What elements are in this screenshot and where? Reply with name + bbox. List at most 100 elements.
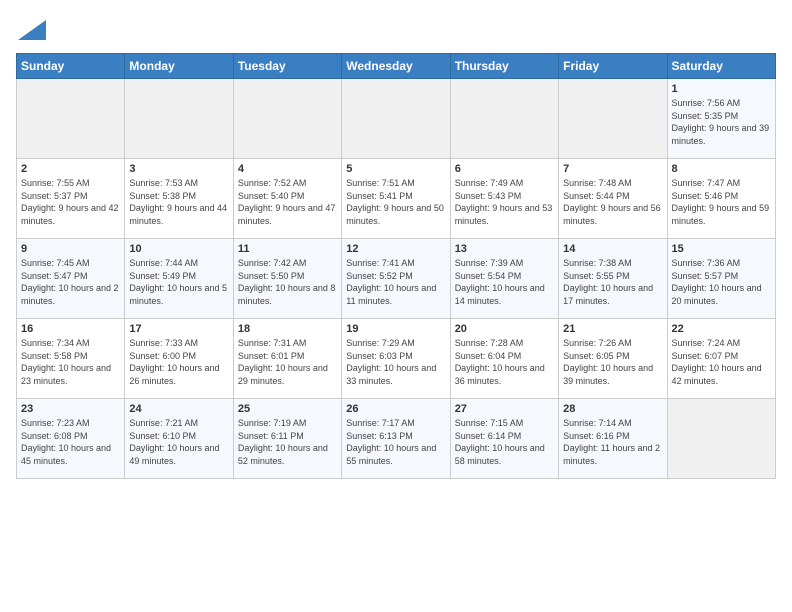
day-number: 23 [21, 403, 120, 415]
calendar-cell: 18Sunrise: 7:31 AM Sunset: 6:01 PM Dayli… [233, 319, 341, 399]
calendar-cell: 6 Sunrise: 7:49 AM Sunset: 5:43 PM Daylig… [450, 159, 558, 239]
day-number: 16 [21, 323, 120, 335]
day-info: Sunrise: 7:45 AM Sunset: 5:47 PM Dayligh… [21, 257, 120, 307]
calendar-table: SundayMondayTuesdayWednesdayThursdayFrid… [16, 53, 776, 479]
calendar-cell: 4 Sunrise: 7:52 AM Sunset: 5:40 PM Daylig… [233, 159, 341, 239]
day-number: 4 [238, 163, 337, 175]
day-info: Sunrise: 7:28 AM Sunset: 6:04 PM Dayligh… [455, 337, 554, 387]
week-row-4: 16 Sunrise: 7:34 AM Sunset: 5:58 PM Dayli… [17, 319, 776, 399]
calendar-cell: 16 Sunrise: 7:34 AM Sunset: 5:58 PM Dayli… [17, 319, 125, 399]
day-info: Sunrise: 7:26 AM Sunset: 6:05 PM Dayligh… [563, 337, 662, 387]
calendar-cell: 19 Sunrise: 7:29 AM Sunset: 6:03 PM Dayli… [342, 319, 450, 399]
day-info: Sunrise: 7:29 AM Sunset: 6:03 PM Dayligh… [346, 337, 445, 387]
day-info: Sunrise: 7:42 AM Sunset: 5:50 PM Dayligh… [238, 257, 337, 307]
day-number: 26 [346, 403, 445, 415]
calendar-cell [17, 79, 125, 159]
calendar-cell [450, 79, 558, 159]
day-number: 25 [238, 403, 337, 415]
weekday-header-friday: Friday [559, 54, 667, 79]
logo-icon [18, 20, 46, 40]
day-number: 14 [563, 243, 662, 255]
day-number: 24 [129, 403, 228, 415]
calendar-cell: 1 Sunrise: 7:56 AM Sunset: 5:35 PM Daylig… [667, 79, 775, 159]
calendar-cell: 3Sunrise: 7:53 AM Sunset: 5:38 PM Daylig… [125, 159, 233, 239]
calendar-cell [233, 79, 341, 159]
calendar-cell: 22Sunrise: 7:24 AM Sunset: 6:07 PM Dayli… [667, 319, 775, 399]
logo [16, 20, 46, 45]
day-number: 20 [455, 323, 554, 335]
day-info: Sunrise: 7:31 AM Sunset: 6:01 PM Dayligh… [238, 337, 337, 387]
weekday-header-tuesday: Tuesday [233, 54, 341, 79]
day-number: 21 [563, 323, 662, 335]
day-number: 2 [21, 163, 120, 175]
weekday-header-row: SundayMondayTuesdayWednesdayThursdayFrid… [17, 54, 776, 79]
day-number: 9 [21, 243, 120, 255]
calendar-cell [667, 399, 775, 479]
calendar-cell: 5 Sunrise: 7:51 AM Sunset: 5:41 PM Daylig… [342, 159, 450, 239]
week-row-3: 9 Sunrise: 7:45 AM Sunset: 5:47 PM Daylig… [17, 239, 776, 319]
day-info: Sunrise: 7:47 AM Sunset: 5:46 PM Dayligh… [672, 177, 771, 227]
week-row-5: 23 Sunrise: 7:23 AM Sunset: 6:08 PM Dayli… [17, 399, 776, 479]
weekday-header-sunday: Sunday [17, 54, 125, 79]
day-number: 10 [129, 243, 228, 255]
day-info: Sunrise: 7:23 AM Sunset: 6:08 PM Dayligh… [21, 417, 120, 467]
day-info: Sunrise: 7:39 AM Sunset: 5:54 PM Dayligh… [455, 257, 554, 307]
day-number: 17 [129, 323, 228, 335]
day-info: Sunrise: 7:52 AM Sunset: 5:40 PM Dayligh… [238, 177, 337, 227]
day-info: Sunrise: 7:15 AM Sunset: 6:14 PM Dayligh… [455, 417, 554, 467]
calendar-cell: 26 Sunrise: 7:17 AM Sunset: 6:13 PM Dayli… [342, 399, 450, 479]
calendar-cell: 28 Sunrise: 7:14 AM Sunset: 6:16 PM Dayli… [559, 399, 667, 479]
calendar-cell [559, 79, 667, 159]
day-info: Sunrise: 7:56 AM Sunset: 5:35 PM Dayligh… [672, 97, 771, 147]
day-info: Sunrise: 7:41 AM Sunset: 5:52 PM Dayligh… [346, 257, 445, 307]
calendar-cell: 9 Sunrise: 7:45 AM Sunset: 5:47 PM Daylig… [17, 239, 125, 319]
day-number: 12 [346, 243, 445, 255]
day-info: Sunrise: 7:34 AM Sunset: 5:58 PM Dayligh… [21, 337, 120, 387]
weekday-header-thursday: Thursday [450, 54, 558, 79]
day-number: 28 [563, 403, 662, 415]
day-info: Sunrise: 7:36 AM Sunset: 5:57 PM Dayligh… [672, 257, 771, 307]
day-number: 6 [455, 163, 554, 175]
day-info: Sunrise: 7:44 AM Sunset: 5:49 PM Dayligh… [129, 257, 228, 307]
calendar-cell: 20 Sunrise: 7:28 AM Sunset: 6:04 PM Dayli… [450, 319, 558, 399]
day-info: Sunrise: 7:51 AM Sunset: 5:41 PM Dayligh… [346, 177, 445, 227]
day-number: 22 [672, 323, 771, 335]
day-number: 8 [672, 163, 771, 175]
calendar-cell: 8 Sunrise: 7:47 AM Sunset: 5:46 PM Daylig… [667, 159, 775, 239]
weekday-header-saturday: Saturday [667, 54, 775, 79]
weekday-header-monday: Monday [125, 54, 233, 79]
calendar-cell: 25 Sunrise: 7:19 AM Sunset: 6:11 PM Dayli… [233, 399, 341, 479]
day-number: 7 [563, 163, 662, 175]
day-number: 5 [346, 163, 445, 175]
calendar-cell: 14 Sunrise: 7:38 AM Sunset: 5:55 PM Dayli… [559, 239, 667, 319]
calendar-cell: 21 Sunrise: 7:26 AM Sunset: 6:05 PM Dayli… [559, 319, 667, 399]
day-number: 19 [346, 323, 445, 335]
day-number: 15 [672, 243, 771, 255]
day-number: 27 [455, 403, 554, 415]
day-info: Sunrise: 7:14 AM Sunset: 6:16 PM Dayligh… [563, 417, 662, 467]
calendar-cell [125, 79, 233, 159]
day-info: Sunrise: 7:38 AM Sunset: 5:55 PM Dayligh… [563, 257, 662, 307]
day-info: Sunrise: 7:53 AM Sunset: 5:38 PM Dayligh… [129, 177, 228, 227]
calendar-cell: 23 Sunrise: 7:23 AM Sunset: 6:08 PM Dayli… [17, 399, 125, 479]
calendar-cell: 11 Sunrise: 7:42 AM Sunset: 5:50 PM Dayli… [233, 239, 341, 319]
calendar-cell: 15 Sunrise: 7:36 AM Sunset: 5:57 PM Dayli… [667, 239, 775, 319]
day-info: Sunrise: 7:48 AM Sunset: 5:44 PM Dayligh… [563, 177, 662, 227]
calendar-cell: 10 Sunrise: 7:44 AM Sunset: 5:49 PM Dayli… [125, 239, 233, 319]
day-number: 11 [238, 243, 337, 255]
day-info: Sunrise: 7:33 AM Sunset: 6:00 PM Dayligh… [129, 337, 228, 387]
weekday-header-wednesday: Wednesday [342, 54, 450, 79]
calendar-cell: 7 Sunrise: 7:48 AM Sunset: 5:44 PM Daylig… [559, 159, 667, 239]
week-row-1: 1 Sunrise: 7:56 AM Sunset: 5:35 PM Daylig… [17, 79, 776, 159]
day-info: Sunrise: 7:17 AM Sunset: 6:13 PM Dayligh… [346, 417, 445, 467]
calendar-cell: 13 Sunrise: 7:39 AM Sunset: 5:54 PM Dayli… [450, 239, 558, 319]
calendar-cell: 2 Sunrise: 7:55 AM Sunset: 5:37 PM Daylig… [17, 159, 125, 239]
day-info: Sunrise: 7:49 AM Sunset: 5:43 PM Dayligh… [455, 177, 554, 227]
calendar-cell: 27 Sunrise: 7:15 AM Sunset: 6:14 PM Dayli… [450, 399, 558, 479]
calendar-cell: 24Sunrise: 7:21 AM Sunset: 6:10 PM Dayli… [125, 399, 233, 479]
day-info: Sunrise: 7:55 AM Sunset: 5:37 PM Dayligh… [21, 177, 120, 227]
day-number: 1 [672, 83, 771, 95]
day-info: Sunrise: 7:19 AM Sunset: 6:11 PM Dayligh… [238, 417, 337, 467]
header [16, 16, 776, 45]
day-number: 13 [455, 243, 554, 255]
